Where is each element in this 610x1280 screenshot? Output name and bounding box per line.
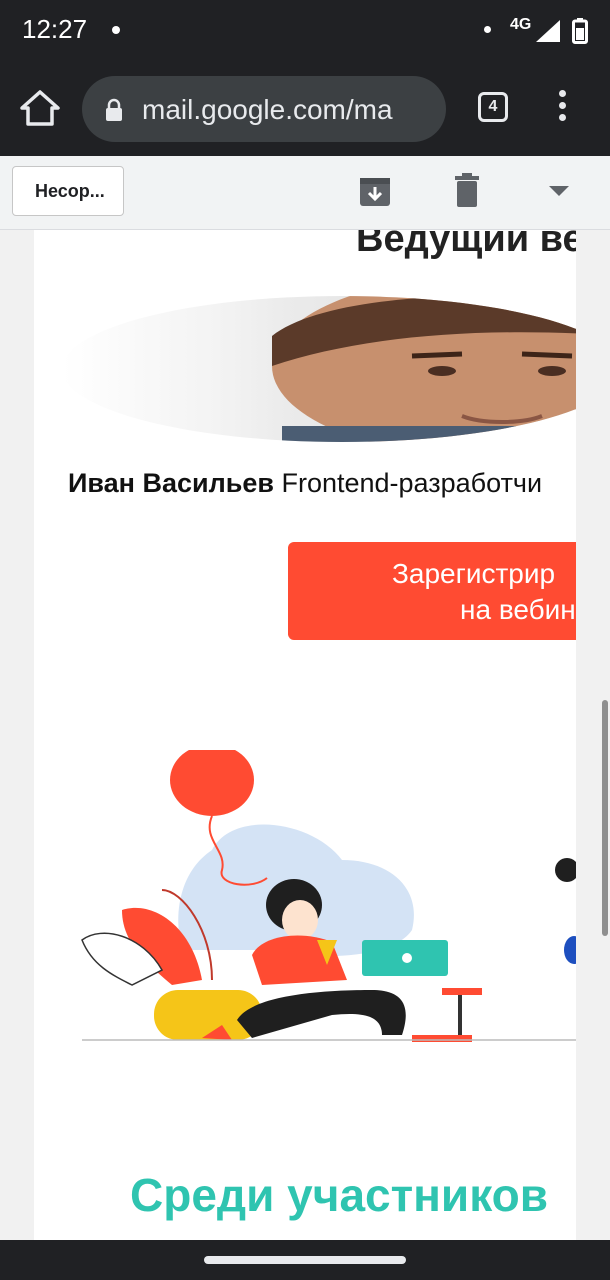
archive-icon[interactable]: [358, 174, 392, 208]
home-icon[interactable]: [18, 88, 62, 128]
speaker-name: Иван Васильев: [68, 468, 274, 498]
register-label-line2: на вебин: [460, 594, 576, 625]
address-bar[interactable]: mail.google.com/ma: [82, 76, 446, 142]
lock-icon: [106, 98, 122, 121]
email-viewport[interactable]: Ведущий ве Иван Васильев Frontend-разраб…: [0, 230, 610, 1240]
home-gesture-handle[interactable]: [204, 1256, 406, 1264]
signal-icon: [536, 20, 560, 42]
trash-icon[interactable]: [452, 172, 482, 208]
browser-toolbar: mail.google.com/ma 4: [0, 60, 610, 156]
url-text: mail.google.com/ma: [142, 94, 393, 125]
tab-count: 4: [488, 98, 498, 115]
webinar-illustration: [81, 750, 576, 1042]
battery-icon: [572, 18, 588, 44]
gmail-toolbar: Несор...: [0, 156, 610, 230]
section-title: Среди участников: [130, 1169, 548, 1221]
email-heading: Ведущий ве: [356, 230, 576, 260]
back-to-folder-button[interactable]: Несор...: [12, 166, 124, 216]
notification-dot-icon-2: [484, 26, 491, 33]
navigation-bar: [0, 1240, 610, 1280]
email-body: Ведущий ве Иван Васильев Frontend-разраб…: [34, 230, 576, 1240]
overflow-menu-icon[interactable]: [552, 90, 572, 126]
status-bar: 12:27 4G: [0, 0, 610, 60]
speaker-photo: [62, 296, 576, 442]
register-button[interactable]: Зарегистрир на вебин: [288, 542, 576, 640]
network-type: 4G: [510, 16, 532, 33]
status-time: 12:27: [22, 14, 88, 44]
notification-dot-icon: [112, 26, 120, 34]
speaker-line: Иван Васильев Frontend-разработчи: [68, 468, 542, 499]
speaker-role: Frontend-разработчи: [281, 468, 543, 498]
scrollbar[interactable]: [602, 700, 608, 936]
register-label-line1: Зарегистрир: [392, 558, 556, 589]
dropdown-icon[interactable]: [546, 180, 572, 200]
tab-switcher-button[interactable]: 4: [478, 92, 508, 122]
